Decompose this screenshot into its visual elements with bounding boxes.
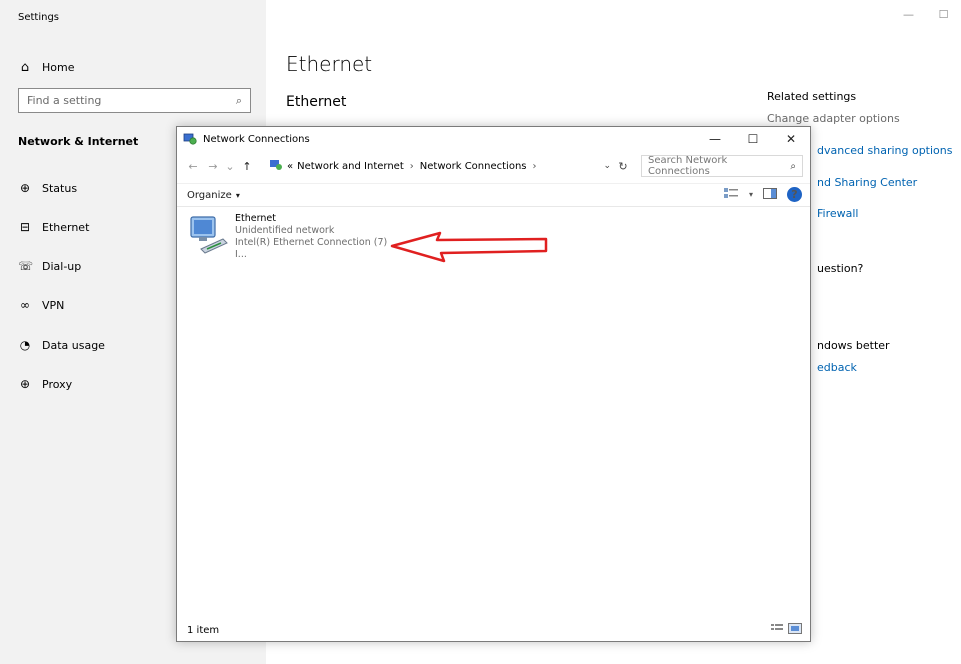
breadcrumb-prefix: « — [287, 160, 294, 172]
ethernet-connection-item[interactable]: Ethernet Unidentified network Intel(R) E… — [187, 213, 397, 260]
organize-button[interactable]: Organize — [187, 190, 232, 201]
sidebar-item-label: VPN — [42, 298, 65, 312]
connection-name: Ethernet — [235, 213, 276, 224]
nc-maximize-button[interactable]: ☐ — [734, 127, 772, 151]
item-count: 1 item — [187, 624, 220, 636]
page-title: Ethernet — [286, 52, 373, 76]
nc-address-row: ← → ⌄ ↑ « Network and Internet › Network… — [177, 153, 810, 179]
app-title: Settings — [18, 12, 60, 23]
sidebar-item-vpn[interactable]: ∞ VPN — [18, 295, 64, 315]
large-icons-view-icon[interactable] — [788, 623, 802, 637]
nc-titlebar[interactable]: Network Connections — ☐ ✕ — [177, 127, 810, 151]
home-label: Home — [42, 60, 75, 74]
sidebar-item-dial-up[interactable]: ☏ Dial-up — [18, 256, 81, 276]
maximize-button[interactable]: ☐ — [926, 8, 961, 21]
dial-up-icon: ☏ — [18, 259, 34, 273]
help-icon[interactable]: ? — [787, 187, 802, 202]
nc-toolbar: Organize ▾ ▾ ? — [177, 183, 810, 207]
network-adapter-icon — [187, 213, 229, 255]
up-arrow-icon[interactable]: ↑ — [237, 160, 257, 173]
home-icon: ⌂ — [20, 59, 30, 75]
search-network-connections-input[interactable]: Search Network Connections ⌕ — [641, 155, 803, 177]
network-connections-icon — [183, 132, 197, 146]
nc-close-button[interactable]: ✕ — [772, 127, 810, 151]
sidebar-item-status[interactable]: ⊕ Status — [18, 178, 77, 198]
sidebar-item-label: Dial-up — [42, 259, 82, 273]
find-setting-placeholder: Find a setting — [27, 94, 102, 107]
nc-title: Network Connections — [203, 133, 310, 145]
data-usage-icon: ◔ — [19, 338, 31, 352]
address-bar[interactable]: « Network and Internet › Network Connect… — [265, 155, 631, 177]
nc-status-bar: 1 item — [177, 619, 810, 641]
page-subtitle: Ethernet — [286, 94, 347, 110]
connection-adapter: Intel(R) Ethernet Connection (7) I... — [235, 237, 388, 260]
connection-status: Unidentified network — [235, 225, 335, 236]
find-setting-input[interactable]: Find a setting ⌕ — [18, 88, 251, 113]
toolbar-right: ▾ ? — [723, 187, 802, 202]
sidebar-item-label: Status — [42, 181, 78, 195]
preview-pane-icon[interactable] — [763, 187, 777, 202]
details-view-icon[interactable] — [770, 623, 784, 637]
change-view-icon[interactable] — [723, 187, 739, 202]
section-title: Network & Internet — [18, 135, 139, 148]
nc-minimize-button[interactable]: — — [696, 127, 734, 151]
ethernet-icon: ⊟ — [19, 220, 31, 234]
back-arrow-icon[interactable]: ← — [183, 160, 203, 173]
network-sharing-center-link[interactable]: nd Sharing Center — [817, 176, 917, 189]
organize-chevron-icon[interactable]: ▾ — [236, 191, 240, 200]
advanced-sharing-options-link[interactable]: dvanced sharing options — [817, 144, 953, 157]
breadcrumb-network-and-internet[interactable]: Network and Internet — [297, 161, 404, 172]
home-link[interactable]: ⌂ Home — [18, 58, 75, 76]
connection-details: Ethernet Unidentified network Intel(R) E… — [235, 213, 397, 260]
breadcrumb-separator[interactable]: › — [533, 161, 537, 172]
recent-locations-chevron-icon[interactable]: ⌄ — [223, 160, 237, 173]
related-settings-heading: Related settings — [767, 90, 857, 103]
minimize-button[interactable]: — — [891, 8, 926, 21]
nc-window-controls: — ☐ ✕ — [696, 127, 810, 151]
forward-arrow-icon[interactable]: → — [203, 160, 223, 173]
network-connections-window: Network Connections — ☐ ✕ ← → ⌄ ↑ « Netw… — [176, 126, 811, 642]
feedback-link[interactable]: edback — [817, 361, 857, 374]
view-toggle — [770, 623, 802, 637]
globe-status-icon: ⊕ — [19, 181, 31, 195]
firewall-link[interactable]: Firewall — [817, 207, 858, 220]
search-placeholder: Search Network Connections — [648, 155, 728, 177]
address-dropdown-icon[interactable]: ⌄ — [603, 161, 611, 171]
feedback-heading: ndows better — [817, 339, 890, 352]
sidebar-item-ethernet[interactable]: ⊟ Ethernet — [18, 217, 89, 237]
vpn-icon: ∞ — [20, 298, 30, 312]
search-icon: ⌕ — [790, 160, 796, 172]
breadcrumb-network-connections[interactable]: Network Connections — [420, 161, 527, 172]
sidebar-item-label: Data usage — [42, 338, 105, 352]
refresh-icon[interactable]: ↻ — [615, 160, 631, 173]
sidebar-item-proxy[interactable]: ⊕ Proxy — [18, 374, 72, 394]
question-heading: uestion? — [817, 262, 864, 275]
change-adapter-options-link[interactable]: Change adapter options — [767, 112, 900, 125]
breadcrumb-separator: › — [409, 160, 414, 172]
settings-window-controls: — ☐ — [891, 8, 961, 21]
proxy-globe-icon: ⊕ — [19, 377, 31, 391]
sidebar-item-label: Ethernet — [42, 220, 90, 234]
control-panel-icon — [269, 159, 283, 174]
sidebar-item-data-usage[interactable]: ◔ Data usage — [18, 335, 105, 355]
search-icon: ⌕ — [235, 93, 242, 107]
view-options-chevron-icon[interactable]: ▾ — [749, 190, 753, 199]
sidebar-item-label: Proxy — [42, 377, 73, 391]
